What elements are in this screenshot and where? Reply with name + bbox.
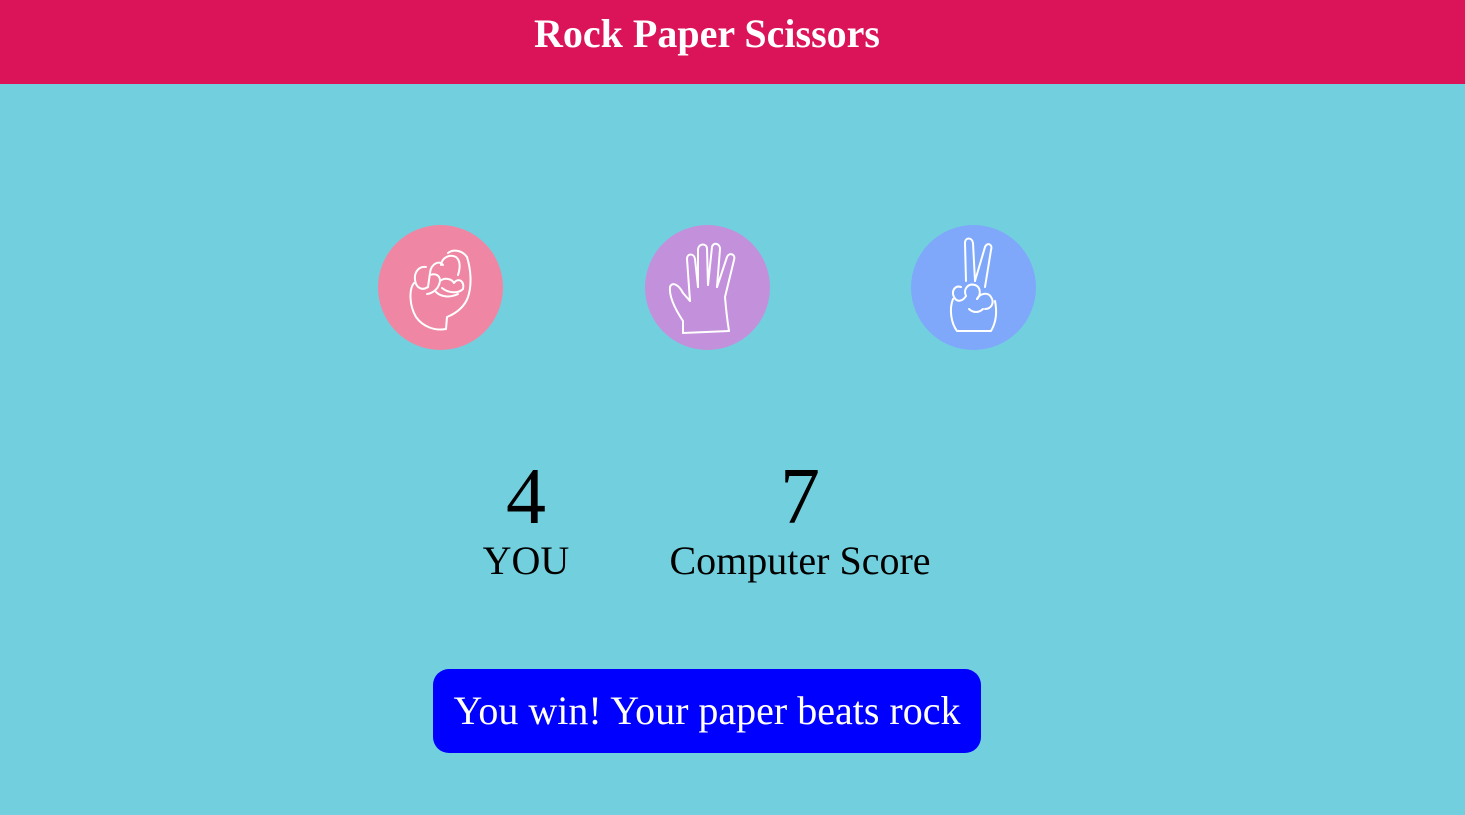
user-score: 4 — [506, 453, 546, 541]
computer-score-label: Computer Score — [669, 538, 931, 583]
header-bar: Rock Paper Scissors — [0, 0, 1465, 84]
paper-button[interactable] — [645, 225, 770, 350]
rock-fist-icon — [378, 225, 503, 350]
computer-score: 7 — [780, 453, 820, 541]
user-score-label: YOU — [482, 538, 570, 583]
peace-sign-hand-icon — [911, 225, 1036, 350]
computer-score-panel: 7 Computer Score — [650, 455, 950, 581]
user-score-panel: 4 YOU — [426, 455, 626, 581]
page-title: Rock Paper Scissors — [534, 11, 880, 56]
open-hand-icon — [645, 225, 770, 350]
rock-button[interactable] — [378, 225, 503, 350]
scissors-button[interactable] — [911, 225, 1036, 350]
rock-circle — [378, 225, 503, 350]
result-message: You win! Your paper beats rock — [433, 669, 981, 753]
